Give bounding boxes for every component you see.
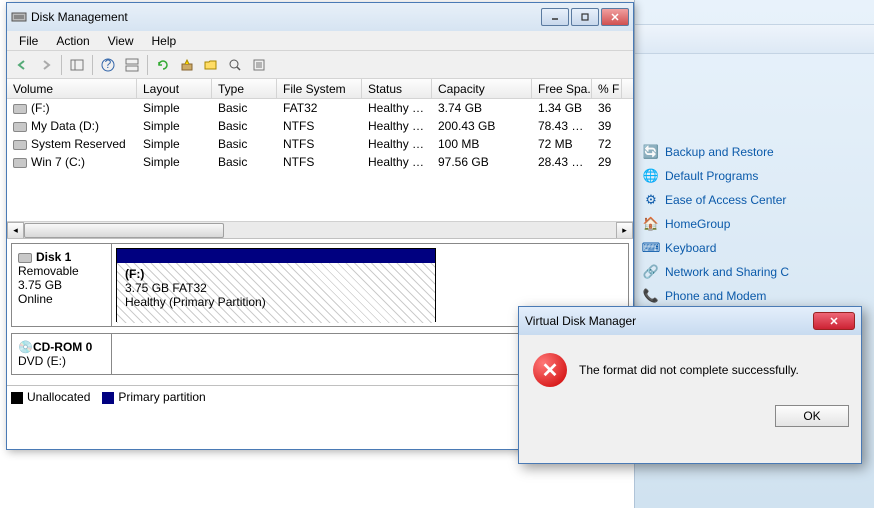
volume-row[interactable]: System ReservedSimpleBasicNTFSHealthy (S… <box>7 135 633 153</box>
control-panel-item[interactable]: 🔗 Network and Sharing C <box>635 260 874 284</box>
titlebar[interactable]: Disk Management <box>7 3 633 31</box>
partition-body: (F:) 3.75 GB FAT32 Healthy (Primary Part… <box>117 263 435 323</box>
cdrom-name: CD-ROM 0 <box>33 340 92 354</box>
col-filesystem[interactable]: File System <box>277 79 362 98</box>
error-dialog: Virtual Disk Manager ✕ ✕ The format did … <box>518 306 862 464</box>
open-icon[interactable] <box>200 54 222 76</box>
cp-item-icon: 🔄 <box>643 144 659 160</box>
col-pctfree[interactable]: % F <box>592 79 622 98</box>
col-capacity[interactable]: Capacity <box>432 79 532 98</box>
disk-icon <box>18 253 32 263</box>
refresh-icon[interactable] <box>152 54 174 76</box>
partition-f[interactable]: (F:) 3.75 GB FAT32 Healthy (Primary Part… <box>116 248 436 322</box>
legend-unallocated: Unallocated <box>27 390 90 404</box>
cdrom-label: 💿CD-ROM 0 DVD (E:) <box>12 334 112 374</box>
scroll-left-button[interactable]: ◂ <box>7 222 24 239</box>
properties-icon[interactable] <box>248 54 270 76</box>
dialog-title: Virtual Disk Manager <box>525 314 813 328</box>
col-status[interactable]: Status <box>362 79 432 98</box>
app-icon <box>11 9 27 25</box>
disk-status: Online <box>18 292 53 306</box>
control-panel-item[interactable]: 🌐 Default Programs <box>635 164 874 188</box>
volume-row[interactable]: Win 7 (C:)SimpleBasicNTFSHealthy (B...97… <box>7 153 633 171</box>
svg-text:?: ? <box>105 58 112 71</box>
volume-row[interactable]: My Data (D:)SimpleBasicNTFSHealthy (P...… <box>7 117 633 135</box>
back-button[interactable] <box>11 54 33 76</box>
control-panel-item[interactable]: 🏠 HomeGroup <box>635 212 874 236</box>
cp-item-label: Network and Sharing C <box>665 265 789 279</box>
cp-item-icon: 🔗 <box>643 264 659 280</box>
volume-row[interactable]: (F:)SimpleBasicFAT32Healthy (P...3.74 GB… <box>7 99 633 117</box>
disk-type: Removable <box>18 264 79 278</box>
menu-file[interactable]: File <box>11 32 46 50</box>
minimize-button[interactable] <box>541 8 569 26</box>
cp-item-icon: ⌨ <box>643 240 659 256</box>
ok-button[interactable]: OK <box>775 405 849 427</box>
cp-topbar <box>635 24 874 54</box>
dialog-message: The format did not complete successfully… <box>579 363 799 377</box>
forward-button[interactable] <box>35 54 57 76</box>
control-panel-item[interactable]: ⚙ Ease of Access Center <box>635 188 874 212</box>
col-free[interactable]: Free Spa... <box>532 79 592 98</box>
scroll-thumb[interactable] <box>24 223 224 238</box>
horizontal-scrollbar[interactable]: ◂ ▸ <box>7 221 633 238</box>
disk-label: Disk 1 Removable 3.75 GB Online <box>12 244 112 326</box>
legend-unallocated-swatch <box>11 392 23 404</box>
cp-item-label: Phone and Modem <box>665 289 766 303</box>
partition-label: (F:) <box>125 267 144 281</box>
menu-help[interactable]: Help <box>144 32 185 50</box>
cdrom-sub: DVD (E:) <box>18 354 66 368</box>
tool-pane-icon[interactable] <box>66 54 88 76</box>
maximize-button[interactable] <box>571 8 599 26</box>
cp-item-icon: 📞 <box>643 288 659 304</box>
cp-item-label: Default Programs <box>665 169 758 183</box>
tool-layout-icon[interactable] <box>121 54 143 76</box>
control-panel-item[interactable]: ⌨ Keyboard <box>635 236 874 260</box>
scroll-right-button[interactable]: ▸ <box>616 222 633 239</box>
legend-primary-swatch <box>102 392 114 404</box>
partition-size: 3.75 GB FAT32 <box>125 281 207 295</box>
cd-icon: 💿 <box>18 340 33 354</box>
col-layout[interactable]: Layout <box>137 79 212 98</box>
col-type[interactable]: Type <box>212 79 277 98</box>
control-panel-item[interactable]: 📞 Phone and Modem <box>635 284 874 308</box>
partition-header <box>117 249 435 263</box>
scroll-track[interactable] <box>24 222 616 239</box>
cp-item-icon: 🌐 <box>643 168 659 184</box>
window-title: Disk Management <box>31 10 541 24</box>
menu-view[interactable]: View <box>100 32 142 50</box>
cp-item-label: HomeGroup <box>665 217 730 231</box>
cp-item-icon: ⚙ <box>643 192 659 208</box>
toolbar: ? <box>7 51 633 79</box>
volume-header-row: Volume Layout Type File System Status Ca… <box>7 79 633 99</box>
menu-action[interactable]: Action <box>48 32 97 50</box>
control-panel-item[interactable]: 🔄 Backup and Restore <box>635 140 874 164</box>
wizard-icon[interactable] <box>176 54 198 76</box>
disk-size: 3.75 GB <box>18 278 62 292</box>
help-icon[interactable]: ? <box>97 54 119 76</box>
legend-primary: Primary partition <box>118 390 205 404</box>
partition-status: Healthy (Primary Partition) <box>125 295 266 309</box>
error-icon: ✕ <box>533 353 567 387</box>
disk-name: Disk 1 <box>36 250 71 264</box>
volume-list: Volume Layout Type File System Status Ca… <box>7 79 633 239</box>
search-icon[interactable] <box>224 54 246 76</box>
col-volume[interactable]: Volume <box>7 79 137 98</box>
cp-item-icon: 🏠 <box>643 216 659 232</box>
dialog-close-button[interactable]: ✕ <box>813 312 855 330</box>
dialog-titlebar[interactable]: Virtual Disk Manager ✕ <box>519 307 861 335</box>
cp-item-label: Backup and Restore <box>665 145 774 159</box>
cp-item-label: Ease of Access Center <box>665 193 786 207</box>
close-button[interactable] <box>601 8 629 26</box>
menubar: File Action View Help <box>7 31 633 51</box>
cp-item-label: Keyboard <box>665 241 716 255</box>
